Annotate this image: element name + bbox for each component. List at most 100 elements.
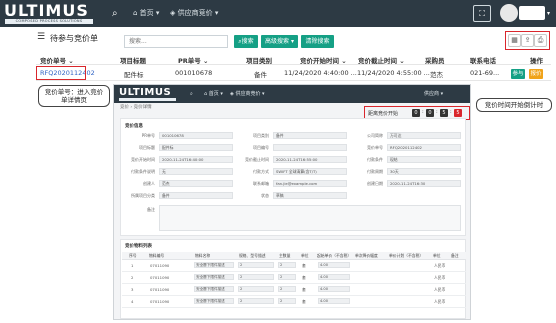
ultimus-logo[interactable]: ULTIMUS COMPOSED PROCESS SOLUTIONS <box>4 3 96 24</box>
detail-user-label: 供应商 <box>424 91 440 97</box>
grid-col: 单价计划（不含税） <box>389 253 424 258</box>
detail-nav-home: ⌂ 首页 ▾ <box>204 91 223 97</box>
bid-detail-screenshot: ULTIMUS ⌕ ⌂ 首页 ▾ ◈ 供应商竞价 ▾ 供应商 ▾ 竞价 › 竞价… <box>113 84 471 320</box>
menu-toggle-icon[interactable]: ☰ <box>37 32 45 42</box>
item-price: 4.00 <box>318 274 350 280</box>
field-value: 2020-11-24T16:40:00 <box>159 156 233 163</box>
field-value: 配件标 <box>159 144 233 151</box>
grid-col: 物料编号 <box>149 253 165 258</box>
field-label: 创建人 <box>143 181 155 186</box>
clear-search-button[interactable]: 清除搜索 <box>301 35 334 48</box>
chevron-down-icon: ▾ <box>289 38 294 45</box>
avatar[interactable] <box>500 4 518 22</box>
grid-col: 单位 <box>301 253 309 258</box>
field-label: 付款条件说明 <box>131 169 155 174</box>
field-label: 付款周期 <box>367 169 383 174</box>
item-unit: 套 <box>302 275 306 280</box>
advanced-search-label: 高级搜索 <box>265 38 290 45</box>
field-label: 备注 <box>147 207 155 212</box>
item-price: 4.00 <box>318 298 350 304</box>
nav-supplier-label: 供应商竞价 <box>177 9 213 17</box>
search-button[interactable]: ⌕搜索 <box>234 35 258 48</box>
bid-info-title: 竞价信息 <box>125 124 143 129</box>
field-label: 项目编号 <box>253 145 269 150</box>
field-value: 无 <box>159 168 233 175</box>
grid-col: 备注 <box>451 253 459 258</box>
field-value: 万可达 <box>387 132 461 139</box>
field-value: 2020-11-24T16:30 <box>387 180 461 187</box>
user-menu[interactable] <box>519 6 545 20</box>
field-label: 竞价开始时间 <box>131 157 155 162</box>
field-value <box>273 144 347 151</box>
join-bid-button[interactable]: 参与 <box>511 69 525 79</box>
tag-icon: ◈ <box>170 9 178 17</box>
table-row-divider <box>36 80 551 81</box>
search-icon[interactable]: ⌕ <box>112 0 118 27</box>
item-spec: 2 <box>238 298 274 304</box>
field-label: 项目标题 <box>139 145 155 150</box>
field-value: 备件 <box>273 132 347 139</box>
field-label: 创建日期 <box>367 181 383 186</box>
item-name: 安全履下限件描述 <box>194 274 234 280</box>
field-value: fan.jie@example.com <box>273 180 347 187</box>
detail-top-bar: ULTIMUS ⌕ ⌂ 首页 ▾ ◈ 供应商竞价 ▾ 供应商 ▾ <box>114 85 470 103</box>
item-row: 3 07011090 安全履下限件描述 2 2 套 4.00 人民币 <box>122 284 466 296</box>
callout-countdown: 竞价时间开始倒计时 <box>476 98 552 112</box>
grid-col: 单位 <box>433 253 441 258</box>
bid-items-card: 竞价物料列表 序号 物料编号 物料名称 规格、型号描述 主数量 单位 起始单价（… <box>120 239 466 319</box>
item-qty: 2 <box>278 274 296 280</box>
advanced-search-button[interactable]: 高级搜索 ▾ <box>261 35 298 48</box>
toolbar-highlight-frame <box>505 31 550 50</box>
chevron-down-icon[interactable]: ▾ <box>547 0 550 27</box>
detail-search-icon: ⌕ <box>190 91 193 97</box>
field-label: 状态 <box>261 193 269 198</box>
nav-supplier-bidding[interactable]: ◈ 供应商竞价 ▾ <box>170 0 218 27</box>
top-app-bar: ULTIMUS COMPOSED PROCESS SOLUTIONS ⌕ ⌂ 首… <box>0 0 556 27</box>
item-qty: 2 <box>278 286 296 292</box>
item-code: 07011090 <box>150 263 170 268</box>
item-name: 安全履下限件描述 <box>194 262 234 268</box>
detail-nav-supplier: ◈ 供应商竞价 ▾ <box>230 91 265 97</box>
page-title: 待参与竞价单 <box>50 34 98 43</box>
field-label: 联系邮箱 <box>253 181 269 186</box>
item-qty: 2 <box>278 262 296 268</box>
field-label: PR单号 <box>141 133 155 138</box>
field-value: 范杰 <box>159 180 233 187</box>
field-label: 付款方式 <box>253 169 269 174</box>
item-spec: 2 <box>238 286 274 292</box>
item-currency: 人民币 <box>434 299 446 304</box>
detail-nav-home-label: 首页 <box>208 91 219 97</box>
item-no: 1 <box>131 263 134 268</box>
fullscreen-icon[interactable]: ⛶ <box>473 5 491 22</box>
row-pr-no: 001010678 <box>175 69 213 77</box>
item-spec: 2 <box>238 262 274 268</box>
field-value: 备件 <box>159 192 233 199</box>
detail-breadcrumb: 竞价 › 竞价详情 <box>120 105 152 110</box>
search-button-label: 搜索 <box>241 38 254 45</box>
grid-col: 起始单价（不含税） <box>317 253 352 258</box>
logo-wordmark: ULTIMUS <box>4 1 89 20</box>
row-buyer: 范杰 <box>430 71 443 79</box>
item-row: 4 07011090 安全履下限件描述 2 2 套 4.00 人民币 <box>122 296 466 308</box>
quote-button[interactable]: 报价 <box>529 69 543 79</box>
row-category: 备件 <box>254 71 267 79</box>
search-input[interactable] <box>124 35 228 48</box>
item-price: 4.00 <box>318 286 350 292</box>
field-value: RFQ2020112402 <box>387 144 461 151</box>
item-no: 2 <box>131 275 134 280</box>
bid-info-card: 竞价信息 PR单号 001010678 项目类别 备件 公司简称 万可达 项目标… <box>120 118 466 236</box>
item-currency: 人民币 <box>434 287 446 292</box>
grid-col: 序号 <box>129 253 137 258</box>
row-end-time: 11/24/2020 4:55:00 ... <box>357 69 430 77</box>
field-value: 草稿 <box>273 192 347 199</box>
item-code: 07011090 <box>150 299 170 304</box>
detail-nav-supplier-label: 供应商竞价 <box>235 91 261 97</box>
row-title: 配件标 <box>124 71 144 79</box>
item-name: 安全履下限件描述 <box>194 286 234 292</box>
grid-col: 主数量 <box>279 253 291 258</box>
item-currency: 人民币 <box>434 263 446 268</box>
grid-col: 单次降价幅度 <box>355 253 378 258</box>
field-value: 现结 <box>387 156 461 163</box>
chevron-down-icon: ▾ <box>153 9 160 17</box>
nav-home[interactable]: ⌂ 首页 ▾ <box>133 0 159 27</box>
